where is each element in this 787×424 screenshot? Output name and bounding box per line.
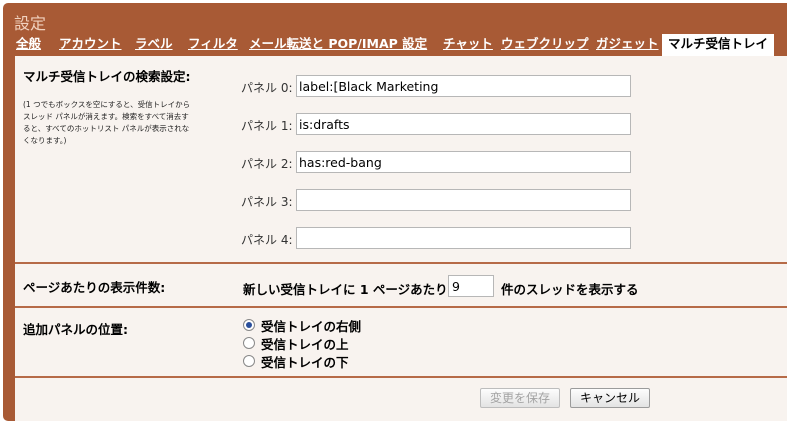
panel-3-label: パネル 3: [241, 195, 293, 209]
panel-0-label: パネル 0: [241, 81, 293, 95]
tab-forwarding-pop-imap[interactable]: メール転送と POP/IMAP 設定 [249, 35, 427, 55]
position-option-bottom[interactable]: 受信トレイの下 [243, 353, 349, 370]
per-page-prefix: 新しい受信トレイに 1 ページあたり [243, 282, 448, 297]
radio-unchecked-icon[interactable] [243, 337, 255, 349]
panel-4-label: パネル 4: [241, 233, 293, 247]
panel-position-title: 追加パネルの位置: [23, 322, 128, 337]
search-settings-section: マルチ受信トレイの検索設定: (1 つでもボックスを空にすると、受信トレイからス… [15, 56, 787, 262]
radio-unchecked-icon[interactable] [243, 355, 255, 367]
panel-2-label: パネル 2: [241, 157, 293, 171]
position-option-label: 受信トレイの右側 [261, 318, 362, 334]
settings-frame: 設定 全般 アカウント ラベル フィルタ メール転送と POP/IMAP 設定 … [3, 3, 787, 421]
radio-checked-icon[interactable] [243, 319, 255, 331]
position-option-label: 受信トレイの下 [261, 354, 349, 370]
tab-multiple-inboxes[interactable]: マルチ受信トレイ [662, 34, 775, 56]
footer-bar: 変更を保存 キャンセル [15, 378, 787, 421]
tab-general[interactable]: 全般 [16, 35, 41, 55]
panel-2-input[interactable] [296, 151, 631, 173]
position-option-top[interactable]: 受信トレイの上 [243, 335, 349, 352]
panel-3-input[interactable] [296, 189, 631, 211]
cancel-button[interactable]: キャンセル [570, 388, 650, 408]
tab-web-clips[interactable]: ウェブクリップ [501, 35, 589, 55]
position-option-label: 受信トレイの上 [261, 336, 349, 352]
position-option-right[interactable]: 受信トレイの右側 [243, 317, 362, 334]
panel-4-input[interactable] [296, 227, 631, 249]
tab-labels[interactable]: ラベル [135, 35, 173, 55]
per-page-suffix: 件のスレッドを表示する [501, 282, 639, 297]
per-page-input[interactable] [448, 275, 494, 297]
search-settings-title: マルチ受信トレイの検索設定: [23, 69, 191, 84]
settings-content: マルチ受信トレイの検索設定: (1 つでもボックスを空にすると、受信トレイからス… [15, 56, 787, 421]
tab-bar: 全般 アカウント ラベル フィルタ メール転送と POP/IMAP 設定 チャッ… [3, 34, 787, 56]
search-settings-note: (1 つでもボックスを空にすると、受信トレイからスレッド パネルが消えます。検索… [23, 100, 191, 145]
per-page-section: ページあたりの表示件数: 新しい受信トレイに 1 ページあたり 件のスレッドを表… [15, 264, 787, 306]
panel-1-label: パネル 1: [241, 119, 293, 133]
panel-1-input[interactable] [296, 113, 631, 135]
tab-chat[interactable]: チャット [443, 35, 493, 55]
save-changes-button[interactable]: 変更を保存 [480, 388, 560, 408]
panel-position-section: 追加パネルの位置: 受信トレイの右側 受信トレイの上 受信トレイの下 [15, 308, 787, 376]
panel-0-input[interactable] [296, 75, 631, 97]
tab-filters[interactable]: フィルタ [188, 35, 238, 55]
tab-accounts[interactable]: アカウント [59, 35, 122, 55]
per-page-title: ページあたりの表示件数: [23, 280, 166, 295]
tab-gadgets[interactable]: ガジェット [596, 35, 659, 55]
page-title: 設定 [14, 14, 47, 33]
